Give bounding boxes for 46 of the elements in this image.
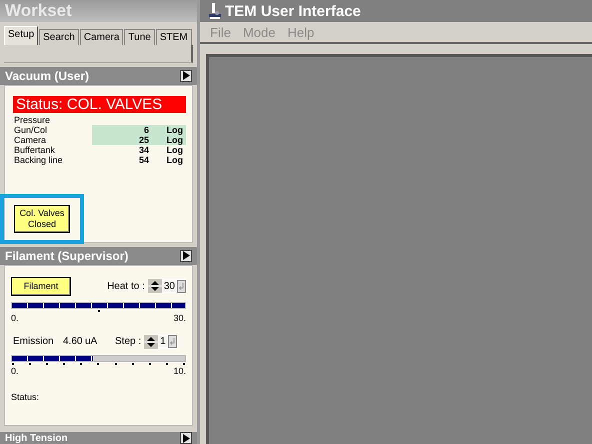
panel-title: Filament (Supervisor)	[5, 248, 128, 263]
scale-max: 30.	[173, 312, 186, 323]
gauge-unit: Log	[166, 124, 183, 135]
gauge-value: 6	[142, 124, 150, 135]
tab[interactable]: STEM	[156, 29, 192, 45]
expand-arrow-icon[interactable]	[180, 70, 192, 82]
col-valves-button[interactable]: Col. Valves Closed	[14, 204, 70, 233]
spinner-icon[interactable]	[144, 334, 158, 349]
scale-max: 10.	[173, 366, 186, 376]
window-title: TEM User Interface	[225, 2, 361, 20]
heat-label: Heat to :	[107, 280, 145, 292]
panel-title: Workset	[0, 0, 197, 22]
spinner-icon[interactable]	[148, 279, 162, 294]
gauge-name: Backing line	[14, 154, 64, 165]
tab[interactable]: Search	[39, 29, 79, 45]
heat-value-field[interactable]: 30	[162, 280, 177, 292]
emission-label: Emission	[13, 336, 55, 348]
filament-button[interactable]: Filament	[11, 276, 71, 296]
enter-icon[interactable]	[168, 335, 177, 348]
expand-arrow-icon[interactable]	[180, 250, 192, 262]
gauge-value: 54	[138, 154, 150, 165]
scale-min: 0.	[11, 366, 19, 376]
gauge-value: 25	[138, 134, 150, 145]
status-banner: Status: COL. VALVES	[13, 96, 186, 113]
scale-min: 0.	[11, 312, 19, 323]
step-label: Step :	[115, 336, 142, 348]
gauge-unit: Log	[166, 154, 183, 165]
tab[interactable]: Setup	[4, 26, 38, 45]
emission-value: 4.60	[63, 336, 84, 348]
tab[interactable]: Tune	[124, 29, 155, 45]
pressure-label: Pressure	[14, 114, 52, 125]
step-value-field[interactable]: 1	[158, 336, 168, 348]
gauge-unit: Log	[166, 144, 183, 155]
tab[interactable]: Camera	[80, 29, 124, 45]
panel-title: High Tension	[5, 432, 68, 444]
gauge-name: Camera	[14, 134, 48, 145]
expand-arrow-icon[interactable]	[180, 432, 192, 444]
emission-unit: uA	[85, 336, 98, 348]
microscope-icon	[208, 3, 222, 19]
enter-icon[interactable]	[177, 280, 186, 293]
gauge-name: Buffertank	[14, 144, 56, 155]
gauge-value: 34	[138, 144, 150, 155]
panel-title: Vacuum (User)	[5, 68, 90, 83]
gauge-name: Gun/Col	[14, 124, 48, 135]
gauge-unit: Log	[166, 134, 183, 145]
status-label: Status:	[11, 392, 40, 402]
